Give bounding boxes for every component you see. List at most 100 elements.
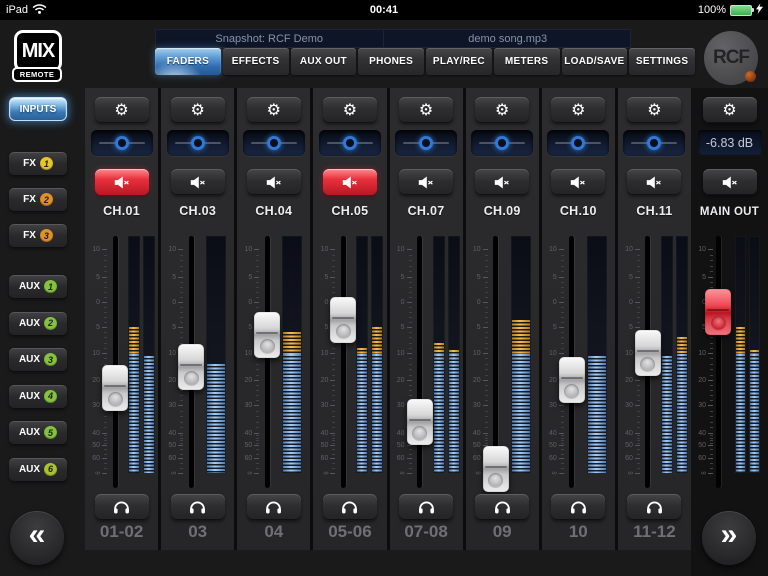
gear-icon: ⚙	[571, 100, 586, 119]
tab-load-save[interactable]: LOAD/SAVE	[561, 48, 628, 75]
pan-control[interactable]	[166, 130, 229, 156]
phones-solo-button[interactable]	[246, 494, 301, 520]
fader-knob[interactable]	[178, 343, 205, 390]
scale-tick-minor	[180, 254, 184, 256]
main-mute-button[interactable]	[702, 169, 757, 195]
fader-knob[interactable]	[102, 364, 128, 411]
scale-tick-minor	[104, 317, 107, 318]
channel-settings-button[interactable]: ⚙	[399, 97, 454, 123]
mute-button[interactable]	[399, 169, 454, 195]
rcf-logo-text: RCF	[712, 47, 750, 68]
phones-solo-button[interactable]	[627, 494, 682, 520]
fx-button-3[interactable]: FX 3	[9, 224, 67, 247]
fader-knob[interactable]	[330, 296, 357, 343]
aux-button-3[interactable]: AUX 3	[9, 348, 67, 371]
mute-button[interactable]	[551, 169, 606, 195]
mute-button[interactable]	[170, 169, 225, 195]
phones-solo-button[interactable]	[399, 494, 454, 520]
mute-button[interactable]	[627, 169, 682, 195]
aux-button-6[interactable]: AUX 6	[9, 457, 67, 481]
phones-solo-button[interactable]	[170, 494, 225, 520]
aux-button-4[interactable]: AUX 4	[9, 384, 67, 408]
pan-control[interactable]	[471, 130, 534, 156]
channel-settings-button[interactable]: ⚙	[94, 97, 149, 123]
scale-tick-minor	[180, 260, 184, 262]
phones-solo-button[interactable]	[94, 494, 149, 520]
pan-control[interactable]	[318, 130, 381, 156]
gear-icon: ⚙	[342, 100, 358, 119]
fader-scale-label: 5	[324, 323, 329, 331]
mute-button[interactable]	[246, 169, 301, 195]
channel-settings-button[interactable]: ⚙	[246, 97, 301, 123]
scale-tick-minor	[710, 440, 713, 442]
channel-settings-button[interactable]: ⚙	[170, 97, 225, 123]
scale-tick-minor	[408, 307, 412, 308]
scale-tick-minor	[408, 385, 412, 386]
scale-tick	[254, 277, 260, 278]
fader-knob[interactable]	[634, 330, 661, 376]
scale-tick-minor	[560, 317, 564, 318]
scale-tick-minor	[104, 435, 107, 437]
aux-button-5[interactable]: AUX 5	[9, 421, 67, 444]
fader-track[interactable]	[264, 236, 270, 488]
scale-tick-minor	[256, 374, 260, 376]
scale-tick-minor	[484, 385, 488, 386]
fader-track[interactable]	[715, 236, 721, 488]
inputs-button[interactable]: INPUTS	[9, 97, 67, 121]
scale-tick-minor	[332, 421, 336, 423]
tab-settings[interactable]: SETTINGS	[629, 48, 695, 75]
channel-settings-button[interactable]: ⚙	[627, 97, 682, 123]
channel-settings-button[interactable]: ⚙	[475, 97, 530, 123]
main-settings-button[interactable]: ⚙	[702, 97, 757, 123]
scale-tick	[558, 277, 564, 278]
phones-solo-button[interactable]	[322, 494, 377, 520]
fader-track[interactable]	[417, 236, 422, 488]
scale-tick	[178, 445, 184, 446]
pan-control[interactable]	[242, 130, 305, 156]
fader-track[interactable]	[112, 236, 118, 488]
scale-tick-minor	[484, 322, 488, 323]
fader-knob[interactable]	[558, 357, 585, 403]
scale-tick-minor	[332, 260, 336, 262]
mute-button[interactable]	[475, 169, 530, 195]
phones-solo-button[interactable]	[551, 494, 606, 520]
channel-settings-button[interactable]: ⚙	[551, 97, 606, 123]
level-meter	[735, 236, 746, 473]
pan-control[interactable]	[623, 130, 686, 156]
tab-phones[interactable]: PHONES	[358, 48, 424, 75]
scale-tick-minor	[332, 435, 336, 437]
scale-tick-minor	[256, 271, 260, 273]
scale-tick-minor	[104, 440, 107, 442]
meter-fill-blue	[511, 354, 530, 473]
scale-tick-minor	[256, 369, 260, 371]
mute-button[interactable]	[94, 169, 149, 195]
scale-tick-minor	[180, 265, 184, 267]
scale-tick-minor	[408, 342, 412, 344]
fader-knob[interactable]	[254, 311, 281, 358]
channel-settings-button[interactable]: ⚙	[322, 97, 377, 123]
fx-button-1[interactable]: FX 1	[9, 152, 67, 175]
fx-button-2[interactable]: FX 2	[9, 188, 67, 211]
pan-control[interactable]	[547, 130, 610, 156]
fader-knob[interactable]	[482, 446, 509, 493]
tab-effects[interactable]: EFFECTS	[222, 48, 289, 75]
aux-button-2[interactable]: AUX 2	[9, 311, 67, 335]
phones-solo-button[interactable]	[475, 494, 530, 520]
fader-track[interactable]	[340, 236, 346, 488]
pan-control[interactable]	[395, 130, 458, 156]
scale-tick-minor	[484, 395, 488, 396]
fader-knob[interactable]	[705, 289, 731, 335]
channel-strip: ⚙ CH.10 10 5 0 5 10 20 30 40 50 60 ∞ 10	[541, 88, 615, 550]
aux-button-1[interactable]: AUX 1	[9, 275, 67, 298]
scale-tick-minor	[484, 254, 488, 256]
expand-right-button[interactable]: »	[702, 511, 756, 565]
pan-control[interactable]	[90, 130, 153, 156]
scale-tick-minor	[560, 260, 564, 262]
tab-meters[interactable]: METERS	[493, 48, 560, 75]
tab-play-rec[interactable]: PLAY/REC	[426, 48, 492, 75]
fader-knob[interactable]	[406, 398, 433, 445]
collapse-left-button[interactable]: «	[10, 511, 64, 565]
tab-faders[interactable]: FADERS	[155, 48, 221, 75]
tab-aux-out[interactable]: AUX OUT	[290, 48, 357, 75]
mute-button[interactable]	[322, 169, 377, 195]
